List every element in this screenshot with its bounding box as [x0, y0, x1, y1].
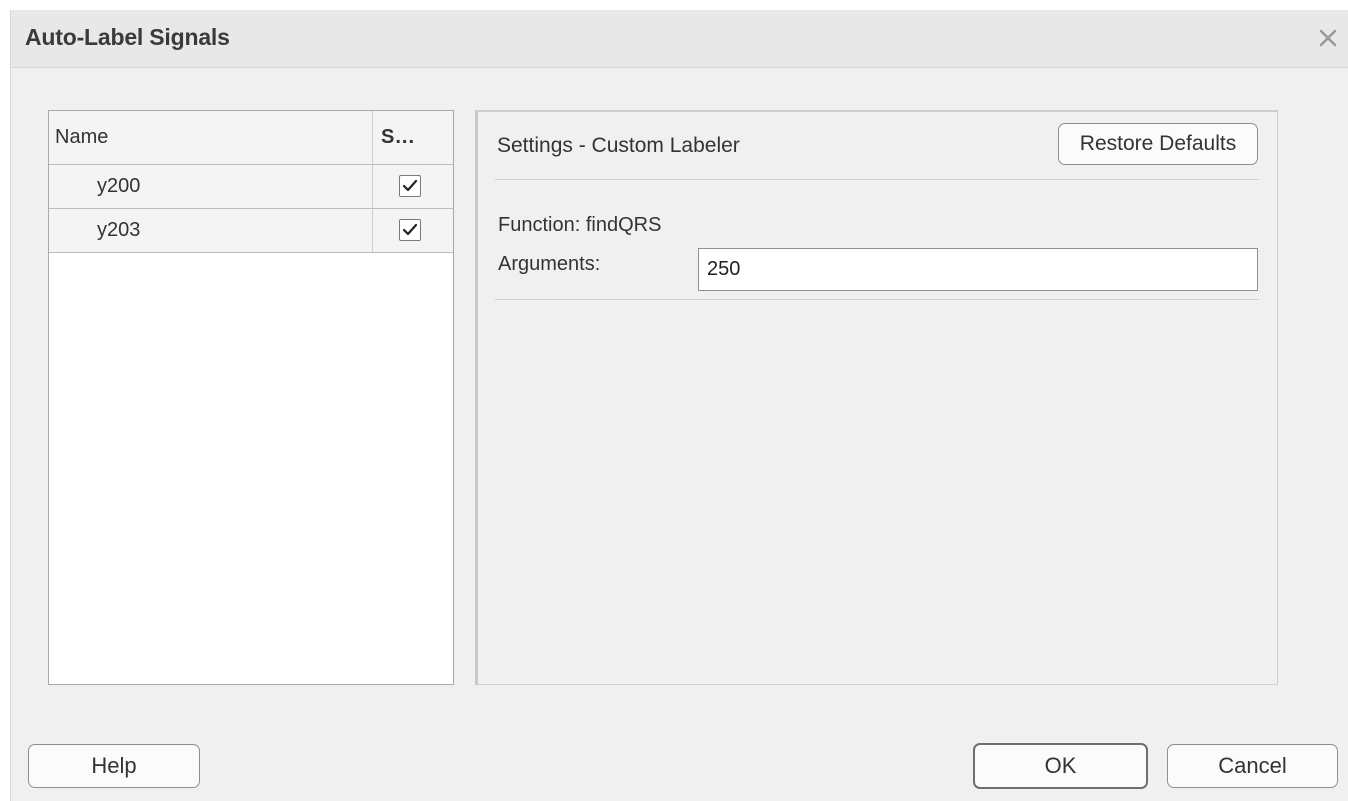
- function-label: Function: findQRS: [498, 214, 662, 236]
- auto-label-dialog: Auto-Label Signals Name S... y200 y203 S…: [10, 10, 1348, 801]
- settings-title: Settings - Custom Labeler: [497, 134, 740, 157]
- close-icon[interactable]: [1315, 25, 1341, 51]
- restore-defaults-button[interactable]: Restore Defaults: [1058, 123, 1258, 165]
- divider: [495, 299, 1259, 300]
- title-bar: Auto-Label Signals: [11, 10, 1348, 68]
- arguments-input[interactable]: [698, 248, 1258, 291]
- column-header-select[interactable]: S...: [381, 126, 415, 149]
- signal-name: y200: [97, 175, 141, 197]
- help-button[interactable]: Help: [28, 744, 200, 788]
- checkmark-icon: [402, 179, 418, 192]
- signal-name: y203: [97, 219, 141, 241]
- cancel-button[interactable]: Cancel: [1167, 744, 1338, 788]
- settings-panel: Settings - Custom Labeler Restore Defaul…: [475, 110, 1278, 685]
- column-header-name[interactable]: Name: [55, 126, 108, 149]
- dialog-title: Auto-Label Signals: [25, 24, 230, 50]
- divider: [495, 179, 1259, 180]
- cell-divider: [372, 209, 373, 252]
- ok-button[interactable]: OK: [973, 743, 1148, 789]
- arguments-label: Arguments:: [498, 253, 601, 275]
- select-checkbox[interactable]: [399, 219, 421, 241]
- column-divider[interactable]: [372, 111, 373, 164]
- cell-divider: [372, 165, 373, 208]
- signal-table: Name S... y200 y203: [48, 110, 454, 685]
- checkmark-icon: [402, 223, 418, 236]
- table-row[interactable]: y203: [49, 209, 453, 253]
- table-header: Name S...: [49, 111, 453, 165]
- select-checkbox[interactable]: [399, 175, 421, 197]
- table-row[interactable]: y200: [49, 165, 453, 209]
